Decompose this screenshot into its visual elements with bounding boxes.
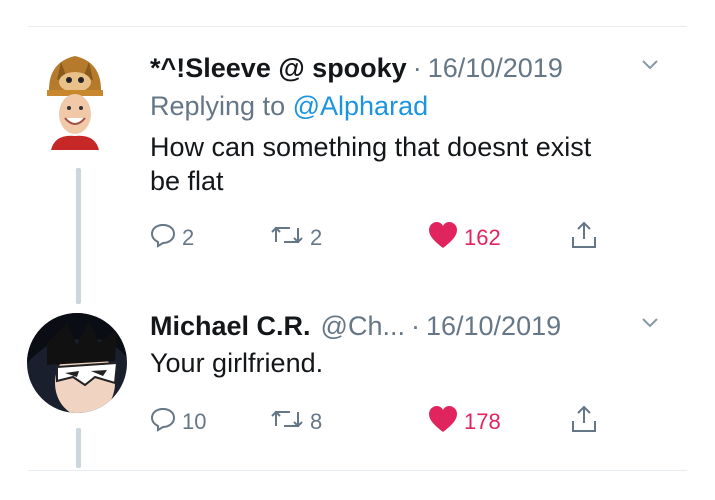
tweet-date[interactable]: 16/10/2019: [426, 310, 561, 342]
tweet-actions: 10 8 178: [150, 402, 675, 442]
chevron-down-icon[interactable]: [641, 316, 659, 334]
author-name[interactable]: *^!Sleeve @ spooky: [150, 52, 407, 84]
heart-icon: [428, 221, 458, 255]
share-button[interactable]: [570, 405, 598, 439]
thread-line: [76, 168, 81, 304]
reply-count: 10: [182, 409, 207, 434]
divider: [28, 470, 687, 471]
avatar[interactable]: [43, 50, 107, 150]
tweet-actions: 2 2 162: [150, 218, 675, 258]
mention-link[interactable]: @Alpharad: [293, 91, 429, 121]
author-name[interactable]: Michael C.R.: [150, 310, 311, 342]
heart-icon: [428, 405, 458, 439]
reply-button[interactable]: 10: [150, 406, 206, 438]
replying-to: Replying to @Alpharad: [150, 90, 675, 122]
reply-icon: [150, 406, 176, 438]
like-button[interactable]: 162: [428, 221, 501, 255]
share-button[interactable]: [570, 221, 598, 255]
tweet-header: *^!Sleeve @ spooky · 16/10/2019: [150, 52, 675, 84]
like-count: 178: [464, 409, 501, 434]
divider: [28, 26, 687, 27]
retweet-count: 2: [310, 225, 323, 250]
separator-dot: ·: [410, 311, 420, 341]
retweet-count: 8: [310, 409, 323, 434]
tweet-date[interactable]: 16/10/2019: [428, 52, 563, 84]
reply-icon: [150, 222, 176, 254]
retweet-button[interactable]: 8: [270, 406, 322, 438]
like-button[interactable]: 178: [428, 405, 501, 439]
tweet[interactable]: *^!Sleeve @ spooky · 16/10/2019 Replying…: [150, 52, 675, 258]
tweet[interactable]: Michael C.R. @Ch... · 16/10/2019 Your gi…: [150, 310, 675, 442]
tweet-header: Michael C.R. @Ch... · 16/10/2019: [150, 310, 675, 342]
retweet-icon: [270, 406, 304, 438]
tweet-text: How can something that doesnt exist be f…: [150, 132, 592, 196]
avatar[interactable]: [27, 313, 127, 413]
separator-dot: ·: [412, 53, 422, 83]
reply-count: 2: [182, 225, 195, 250]
replying-prefix: Replying to: [150, 91, 286, 121]
share-icon: [570, 221, 598, 255]
retweet-button[interactable]: 2: [270, 222, 322, 254]
retweet-icon: [270, 222, 304, 254]
reply-button[interactable]: 2: [150, 222, 194, 254]
share-icon: [570, 405, 598, 439]
chevron-down-icon[interactable]: [641, 58, 659, 76]
thread-line: [76, 428, 81, 468]
tweet-text: Your girlfriend.: [150, 348, 324, 378]
like-count: 162: [464, 225, 501, 250]
author-handle[interactable]: @Ch...: [321, 310, 405, 342]
